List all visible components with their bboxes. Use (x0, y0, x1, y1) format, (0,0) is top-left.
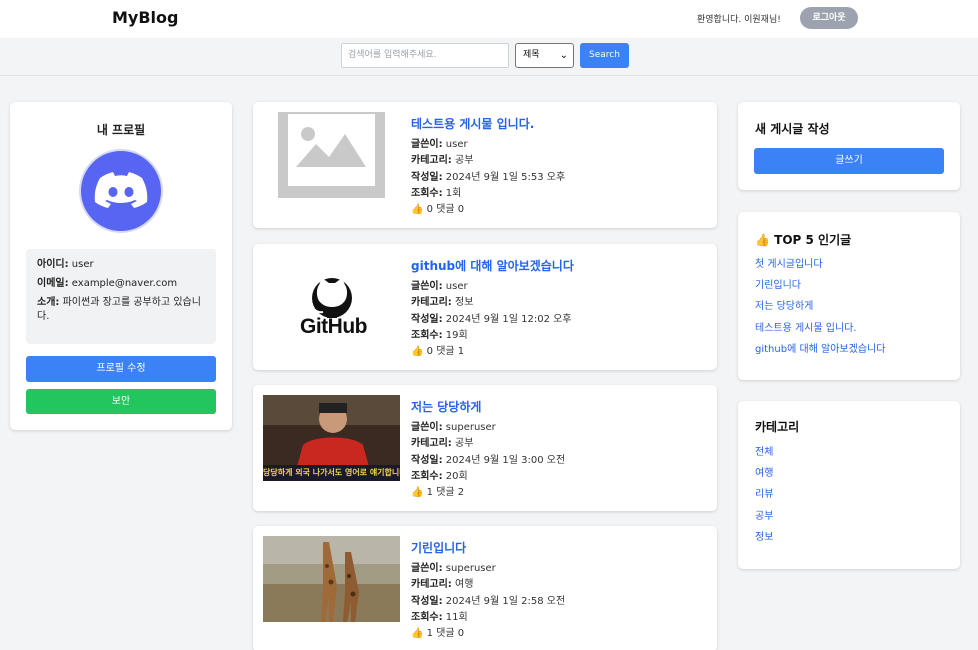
post-meta: 글쓴이: user 카테고리: 정보 작성일: 2024년 9월 1일 12:0… (411, 281, 572, 358)
post-thumbnail-photo[interactable] (263, 536, 400, 622)
thumbs-up-icon: 👍 (411, 487, 424, 499)
top5-item[interactable]: 기린입니다 (755, 275, 885, 296)
profile-email-row: 이메일: example@naver.com (37, 278, 178, 289)
profile-info-box: 아이디: user 이메일: example@naver.com 소개: 파이썬… (26, 249, 216, 344)
post-title[interactable]: 기린입니다 (411, 539, 466, 556)
top5-item[interactable]: 첫 게시글입니다 (755, 254, 885, 275)
search-select-value: 제목 (523, 50, 540, 60)
search-bar: 검색어를 입력해주세요. 제목 ⌄ Search (0, 38, 978, 76)
top5-item[interactable]: github에 대해 알아보겠습니다 (755, 339, 885, 360)
post-thumbnail-github[interactable]: GitHub (263, 254, 400, 340)
category-item-travel[interactable]: 여행 (755, 463, 773, 484)
post-card[interactable]: 기린입니다 글쓴이: superuser 카테고리: 여행 작성일: 2024년… (253, 526, 717, 650)
thumbs-up-icon: 👍 (411, 346, 424, 358)
top5-item[interactable]: 저는 당당하게 (755, 296, 885, 317)
post-title[interactable]: 테스트용 게시물 입니다. (411, 115, 534, 132)
category-list: 전체 여행 리뷰 공부 정보 (755, 442, 773, 548)
new-post-title: 새 게시글 작성 (755, 122, 830, 136)
comment-count: 댓글 0 (436, 204, 465, 216)
discord-icon (94, 172, 148, 208)
brand-logo[interactable]: MyBlog (112, 8, 178, 27)
logout-button[interactable]: 로그아웃 (800, 7, 858, 29)
post-thumbnail-photo[interactable]: 당당하게 외국 나가서도 영어로 얘기합니다 (263, 395, 400, 481)
comment-count: 댓글 2 (436, 487, 465, 499)
giraffe-image (263, 536, 400, 622)
post-title[interactable]: 저는 당당하게 (411, 398, 481, 415)
avatar (79, 149, 163, 233)
security-button[interactable]: 보안 (26, 389, 216, 414)
category-item-review[interactable]: 리뷰 (755, 484, 773, 505)
profile-intro-row: 소개: 파이썬과 장고를 공부하고 있습니다. (37, 297, 201, 322)
post-meta: 글쓴이: superuser 카테고리: 여행 작성일: 2024년 9월 1일… (411, 563, 566, 640)
category-title: 카테고리 (755, 420, 800, 434)
post-thumbnail-placeholder[interactable] (263, 112, 400, 198)
post-card[interactable]: 당당하게 외국 나가서도 영어로 얘기합니다 저는 당당하게 글쓴이: supe… (253, 385, 717, 511)
new-post-card: 새 게시글 작성 글쓰기 (738, 102, 960, 190)
write-button[interactable]: 글쓰기 (754, 148, 944, 174)
post-card[interactable]: GitHub github에 대해 알아보겠습니다 글쓴이: user 카테고리… (253, 244, 717, 370)
post-meta: 글쓴이: superuser 카테고리: 공부 작성일: 2024년 9월 1일… (411, 422, 566, 499)
welcome-text: 환영합니다. 이원재님! (697, 15, 781, 25)
profile-title: 내 프로필 (96, 123, 146, 137)
profile-card: 내 프로필 아이디: user 이메일: example@naver.com 소… (10, 102, 232, 430)
github-wordmark: GitHub (300, 315, 367, 338)
thumbs-up-icon: 👍 (755, 233, 770, 247)
thumbs-up-icon: 👍 (411, 204, 424, 216)
like-count: 1 (426, 487, 434, 499)
top5-list: 첫 게시글입니다 기린입니다 저는 당당하게 테스트용 게시물 입니다. git… (755, 254, 885, 360)
edit-profile-button[interactable]: 프로필 수정 (26, 356, 216, 382)
post-title[interactable]: github에 대해 알아보겠습니다 (411, 257, 574, 274)
image-placeholder-icon (278, 112, 385, 198)
video-caption: 당당하게 외국 나가서도 영어로 얘기합니다 (263, 468, 400, 477)
comment-count: 댓글 1 (436, 346, 465, 358)
category-card: 카테고리 전체 여행 리뷰 공부 정보 (738, 401, 960, 569)
like-count: 0 (426, 204, 434, 216)
search-button[interactable]: Search (580, 43, 629, 68)
chevron-down-icon: ⌄ (559, 50, 568, 61)
search-input[interactable]: 검색어를 입력해주세요. (341, 43, 509, 68)
category-item-all[interactable]: 전체 (755, 442, 773, 463)
post-card[interactable]: 테스트용 게시물 입니다. 글쓴이: user 카테고리: 공부 작성일: 20… (253, 102, 717, 228)
top5-item[interactable]: 테스트용 게시물 입니다. (755, 318, 885, 339)
top5-card: 👍 TOP 5 인기글 첫 게시글입니다 기린입니다 저는 당당하게 테스트용 … (738, 212, 960, 380)
search-field-select[interactable]: 제목 ⌄ (515, 43, 574, 68)
top5-title: 👍 TOP 5 인기글 (755, 233, 852, 247)
category-item-study[interactable]: 공부 (755, 506, 773, 527)
top-navbar: MyBlog 환영합니다. 이원재님! 로그아웃 (0, 0, 978, 38)
category-item-info[interactable]: 정보 (755, 527, 773, 548)
profile-id-row: 아이디: user (37, 259, 94, 270)
comment-count: 댓글 0 (436, 628, 465, 640)
post-meta: 글쓴이: user 카테고리: 공부 작성일: 2024년 9월 1일 5:53… (411, 139, 566, 216)
like-count: 0 (426, 346, 434, 358)
like-count: 1 (426, 628, 434, 640)
thumbs-up-icon: 👍 (411, 628, 424, 640)
